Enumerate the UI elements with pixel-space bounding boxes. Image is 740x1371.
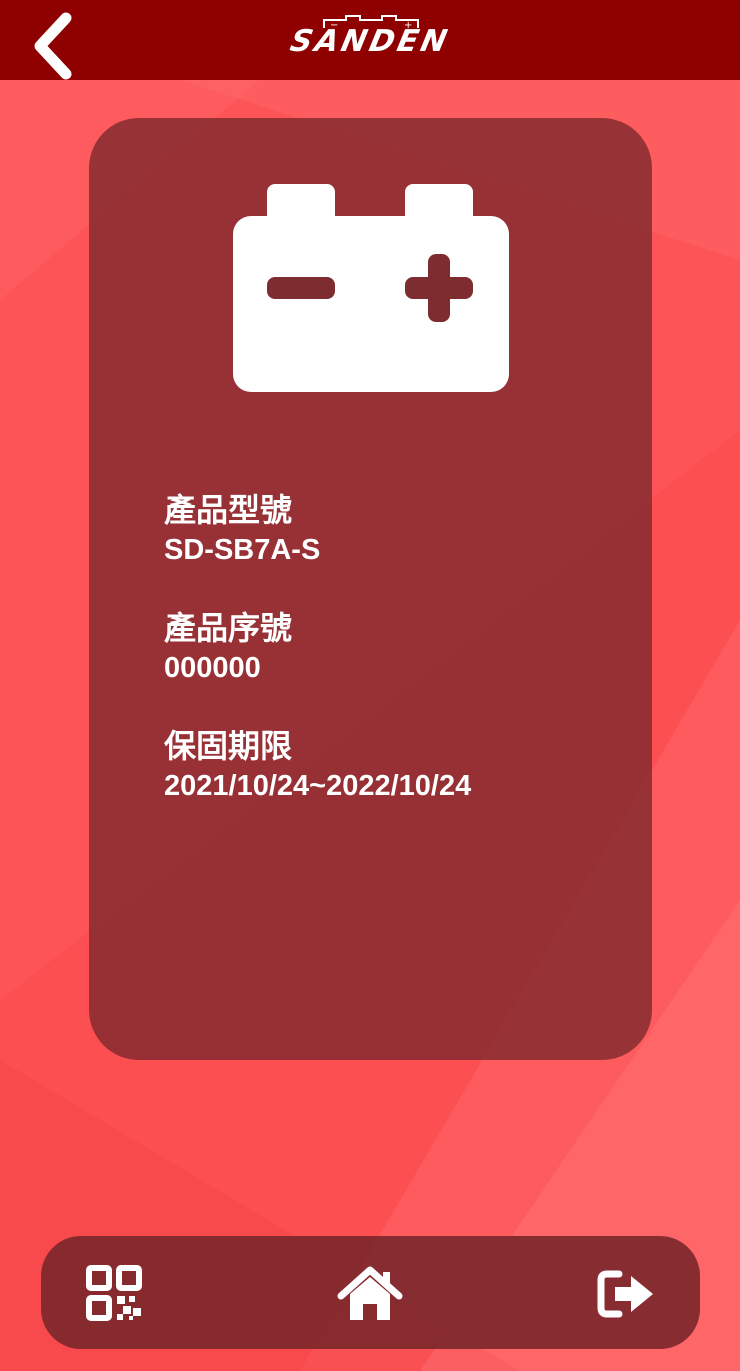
brand-name: SANDEN: [287, 24, 453, 59]
model-label: 產品型號: [164, 491, 293, 529]
serial-field: 產品序號 000000: [164, 606, 292, 686]
logout-icon: [597, 1270, 653, 1318]
qr-code-icon: [86, 1265, 142, 1321]
car-battery-icon: [233, 184, 509, 392]
chevron-left-icon: [34, 12, 72, 80]
logout-button[interactable]: [597, 1264, 657, 1324]
warranty-field: 保固期限 2021/10/24~2022/10/24: [164, 724, 471, 804]
serial-label: 產品序號: [164, 609, 293, 647]
serial-value: 000000: [164, 652, 261, 684]
back-button[interactable]: [22, 8, 86, 80]
qr-scan-button[interactable]: [85, 1264, 145, 1324]
product-card: 產品型號 SD-SB7A-S 產品序號 000000 保固期限 2021/10/…: [89, 118, 652, 1060]
warranty-value: 2021/10/24~2022/10/24: [164, 770, 472, 802]
home-button[interactable]: [337, 1264, 403, 1324]
warranty-label: 保固期限: [164, 727, 293, 765]
model-field: 產品型號 SD-SB7A-S: [164, 488, 320, 568]
model-value: SD-SB7A-S: [164, 534, 321, 566]
brand-logo: − + SANDEN: [272, 10, 468, 62]
bottom-nav-bar: [41, 1236, 700, 1349]
app-header: − + SANDEN: [0, 0, 740, 80]
home-icon: [337, 1266, 403, 1320]
